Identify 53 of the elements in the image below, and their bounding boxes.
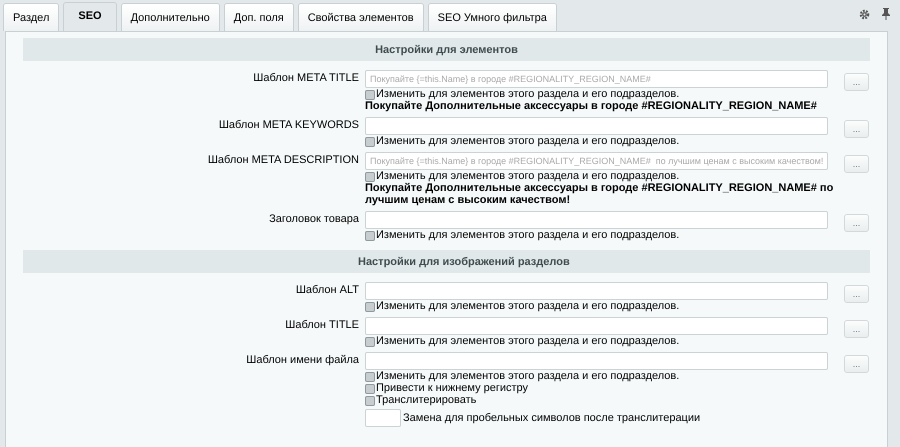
checkbox-label: Транслитерировать bbox=[376, 395, 476, 406]
field-label: Шаблон имени файла bbox=[245, 353, 359, 368]
checkbox[interactable] bbox=[365, 90, 375, 100]
checkbox[interactable] bbox=[365, 336, 375, 346]
field-label: Заголовок товара bbox=[268, 212, 359, 227]
input-field[interactable] bbox=[365, 409, 401, 427]
checkbox[interactable] bbox=[365, 230, 375, 240]
template-field[interactable] bbox=[365, 117, 828, 135]
checkbox-label: Изменить для элементов этого раздела и его подразделов. bbox=[376, 230, 680, 241]
checkbox-label: Изменить для элементов этого раздела и его подразделов. bbox=[376, 371, 680, 382]
preview-text: Покупайте Дополнительные аксессуары в городе #REGIONALITY_REGION_NAME# bbox=[365, 100, 818, 112]
pin-icon[interactable] bbox=[882, 8, 890, 20]
checkbox[interactable] bbox=[365, 396, 375, 406]
checkbox[interactable] bbox=[365, 136, 375, 146]
checkbox-label: Изменить для элементов этого раздела и его подразделов. bbox=[376, 171, 680, 182]
checkbox-label: Изменить для элементов этого раздела и его подразделов. bbox=[376, 89, 680, 100]
preview-text: Покупайте Дополнительные аксессуары в городе #REGIONALITY_REGION_NAME# по лучшим ценам с высоким качеством! bbox=[365, 182, 834, 206]
section-header: Настройки для изображений разделов bbox=[23, 250, 870, 273]
field-label: Шаблон META TITLE bbox=[252, 71, 359, 86]
field-label: Шаблон META KEYWORDS bbox=[218, 118, 359, 133]
tab[interactable]: Раздел bbox=[3, 3, 60, 31]
checkbox[interactable] bbox=[365, 302, 375, 312]
tab[interactable]: Свойства элементов bbox=[298, 3, 424, 31]
browse-button[interactable]: ... bbox=[844, 214, 869, 232]
template-field[interactable] bbox=[365, 352, 828, 370]
checkbox[interactable] bbox=[365, 384, 375, 394]
checkbox[interactable] bbox=[365, 372, 375, 382]
checkbox[interactable] bbox=[365, 172, 375, 182]
section-header: Настройки для элементов bbox=[23, 38, 870, 61]
template-field[interactable] bbox=[365, 282, 828, 300]
tab[interactable]: SEO bbox=[63, 2, 117, 31]
template-field[interactable]: Покупайте {=this.Name} в городе #REGIONALITY_REGION_NAME# bbox=[365, 70, 828, 88]
field-label: Шаблон TITLE bbox=[284, 318, 359, 333]
settings-icon[interactable] bbox=[859, 8, 870, 20]
tab[interactable]: Дополнительно bbox=[120, 3, 220, 31]
browse-button[interactable]: ... bbox=[844, 285, 869, 303]
tab[interactable]: Доп. поля bbox=[224, 3, 294, 31]
checkbox-label: Изменить для элементов этого раздела и его подразделов. bbox=[376, 136, 680, 147]
template-field[interactable] bbox=[365, 211, 828, 229]
browse-button[interactable]: ... bbox=[844, 355, 869, 373]
template-field[interactable] bbox=[365, 317, 828, 335]
checkbox-label: Изменить для элементов этого раздела и его подразделов. bbox=[376, 301, 680, 312]
tab[interactable]: SEO Умного фильтра bbox=[428, 3, 557, 31]
field-label: Замена для пробельных символов после транслитерации bbox=[403, 412, 700, 424]
browse-button[interactable]: ... bbox=[844, 120, 869, 138]
checkbox-label: Изменить для элементов этого раздела и его подразделов. bbox=[376, 336, 680, 347]
browse-button[interactable]: ... bbox=[844, 73, 869, 91]
browse-button[interactable]: ... bbox=[844, 320, 869, 338]
field-label: Шаблон ALT bbox=[294, 283, 359, 298]
browse-button[interactable]: ... bbox=[844, 155, 869, 173]
template-field[interactable]: Покупайте {=this.Name} в городе #REGIONALITY_REGION_NAME# по лучшим ценам с высоким качеством! bbox=[365, 152, 828, 170]
field-label: Шаблон META DESCRIPTION bbox=[206, 153, 359, 168]
checkbox-label: Привести к нижнему регистру bbox=[376, 383, 528, 394]
